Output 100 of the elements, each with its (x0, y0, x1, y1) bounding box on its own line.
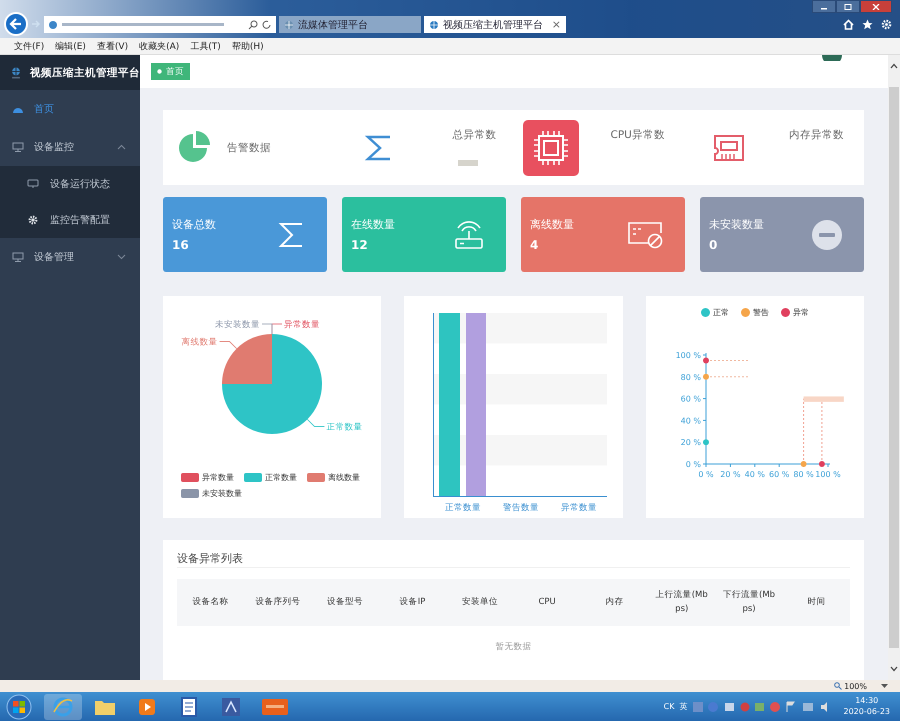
page-icon (429, 20, 439, 30)
legend-item[interactable]: 正常数量 (244, 472, 297, 483)
router-icon (454, 220, 484, 250)
sidebar-item[interactable]: 设备管理 (0, 238, 140, 276)
summary-label: CPU异常数 (610, 128, 665, 142)
axis-label: 正常数量 (445, 503, 482, 513)
value-placeholder (458, 160, 478, 166)
monitor-icon (27, 179, 39, 189)
tick-label: 20 % (720, 470, 740, 479)
stat-value: 16 (172, 238, 190, 252)
maximize-button[interactable] (836, 0, 860, 13)
column-header: 设备名称 (192, 596, 230, 609)
minimize-button[interactable] (812, 0, 836, 13)
tick-label: 20 % (680, 438, 701, 448)
tick-label: 100 % (675, 351, 701, 360)
menu-item[interactable]: 查看(V) (96, 40, 128, 52)
slice-label: 离线数量 (182, 338, 218, 348)
tick-label: 60 % (680, 394, 701, 404)
column-header: 安装单位 (460, 596, 499, 609)
column-header: 设备IP (398, 596, 426, 609)
tick-label: 80 % (680, 372, 701, 382)
legend-item[interactable]: 警告 (740, 306, 769, 318)
zoom-level[interactable]: 100% (834, 682, 867, 690)
close-icon (872, 4, 880, 10)
back-button[interactable] (4, 12, 28, 36)
stat-value: 0 (709, 238, 718, 252)
chevron-up-icon[interactable] (890, 63, 898, 69)
address-field[interactable] (44, 16, 276, 33)
slice-label: 正常数量 (326, 422, 362, 432)
highlight-band (803, 396, 844, 402)
column-header: 内存 (604, 596, 624, 609)
legend-item[interactable]: 异常数量 (181, 472, 234, 483)
clock-time[interactable]: 14:30 (855, 696, 878, 706)
page-icon (48, 20, 58, 30)
memory-icon (712, 134, 745, 162)
avatar-icon[interactable] (822, 55, 842, 61)
search-icon[interactable] (248, 20, 258, 30)
sigma-icon (277, 220, 305, 248)
refresh-icon[interactable] (262, 20, 272, 30)
minus-circle-icon (812, 220, 842, 250)
menu-item[interactable]: 工具(T) (190, 40, 221, 52)
data-point (800, 461, 806, 467)
stat-label: 设备总数 (172, 217, 216, 232)
legend-item[interactable]: 未安装数量 (181, 488, 242, 499)
tab-close-button[interactable]: × (552, 18, 561, 31)
column-header: CPU (538, 596, 557, 609)
column-header: 设备序列号 (254, 596, 302, 609)
scrollbar[interactable] (888, 55, 900, 680)
menu-item[interactable]: 收藏夹(A) (139, 40, 180, 52)
legend-item[interactable]: 异常 (780, 306, 809, 318)
tray-text[interactable]: CK (664, 702, 674, 711)
star-icon[interactable] (862, 19, 873, 30)
summary-label: 内存异常数 (788, 128, 844, 142)
axis-label: 异常数量 (561, 503, 598, 513)
leader-line (262, 324, 272, 334)
column-header: 设备型号 (326, 596, 364, 609)
data-point (702, 357, 709, 364)
column-header: 上行流量(Mbps) (654, 588, 709, 616)
tick-label: 0 % (685, 460, 701, 469)
home-icon[interactable] (843, 19, 854, 30)
settings-icon[interactable] (881, 19, 892, 30)
start-button[interactable] (4, 692, 34, 720)
table-title: 设备异常列表 (177, 540, 850, 568)
tray-text[interactable]: 英 (680, 701, 688, 712)
caret-icon[interactable] (881, 684, 888, 688)
chip-icon (522, 120, 578, 176)
sidebar-subitem[interactable]: 设备运行状态 (0, 166, 140, 202)
browser-tab[interactable]: 流媒体管理平台 (279, 16, 421, 33)
monitor-icon (12, 142, 24, 152)
maximize-icon (844, 4, 852, 10)
data-point (702, 374, 709, 380)
menu-item[interactable]: 帮助(H) (232, 40, 264, 52)
empty-message: 暂无数据 (494, 641, 532, 653)
stat-label: 离线数量 (530, 217, 574, 232)
menu-item[interactable]: 编辑(E) (55, 40, 86, 52)
legend-item[interactable]: 正常 (700, 306, 729, 318)
browser-tab[interactable]: 视频压缩主机管理平台 × (424, 16, 566, 33)
menu-item[interactable]: 文件(F) (14, 40, 44, 52)
chevron-down-icon[interactable] (890, 666, 898, 672)
tab-title: 流媒体管理平台 (298, 18, 369, 32)
column-header: 时间 (806, 596, 826, 609)
close-button[interactable] (860, 0, 892, 13)
summary-label: 总异常数 (452, 128, 496, 142)
summary-label: 告警数据 (227, 140, 271, 154)
monitor-icon (12, 252, 24, 262)
slice-label: 异常数量 (284, 320, 320, 330)
tick-label: 40 % (744, 470, 765, 479)
gear-icon (27, 215, 39, 225)
zoom-icon (834, 682, 842, 690)
clock-date[interactable]: 2020-06-23 (844, 706, 890, 717)
tab-title: 视频压缩主机管理平台 (443, 18, 544, 32)
legend-item[interactable]: 离线数量 (307, 472, 360, 483)
stat-label: 在线数量 (351, 217, 395, 232)
offline-icon (627, 220, 663, 248)
data-point (702, 439, 709, 446)
app-title: 视频压缩主机管理平台 (30, 66, 140, 80)
arrow-left-icon (9, 17, 23, 31)
tick-label: 60 % (768, 470, 790, 479)
sidebar-subitem[interactable]: 监控告警配置 (0, 202, 140, 238)
sidebar-item[interactable]: 设备监控 (0, 128, 140, 166)
